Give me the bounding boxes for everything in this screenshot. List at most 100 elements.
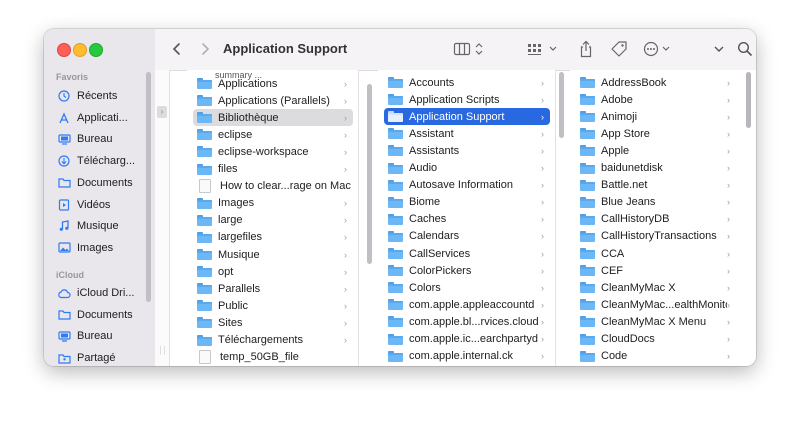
search-button[interactable] (735, 39, 755, 59)
home-row[interactable]: How to clear...rage on Mac (193, 178, 353, 195)
column-scrollbar[interactable] (559, 72, 564, 138)
library-row[interactable]: com.apple.bl...rvices.cloud › (384, 313, 550, 330)
sidebar-icloud-item-0[interactable]: iCloud Dri... (56, 283, 150, 303)
sidebar-icloud-item-3[interactable]: Partagé (56, 348, 150, 366)
app-support-row[interactable]: AddressBook › (576, 74, 736, 91)
column-application-support[interactable]: ⏐⏐ AddressBook›Adobe›Animoji›App Store›A… (570, 70, 756, 366)
app-support-row[interactable]: Adobe › (576, 91, 736, 108)
share-button[interactable] (576, 39, 596, 59)
app-support-row[interactable]: Apple › (576, 142, 736, 159)
app-support-row[interactable]: Animoji › (576, 108, 736, 125)
toolbar-overflow-button[interactable] (711, 39, 727, 59)
toolbar: Application Support (155, 29, 756, 71)
library-row[interactable]: Colors › (384, 279, 550, 296)
chevron-right-icon: › (344, 266, 347, 277)
home-row[interactable]: eclipse-workspace › (193, 143, 353, 160)
home-row[interactable]: temp_50GB_file (193, 349, 353, 366)
chevron-right-icon: › (541, 282, 544, 293)
home-row[interactable]: Musique › (193, 246, 353, 263)
home-row[interactable]: Sites › (193, 314, 353, 331)
sidebar-favorite-item-7[interactable]: Images (56, 238, 150, 258)
home-row[interactable]: Images › (193, 195, 353, 212)
column-library[interactable]: ⏐⏐ Accounts›Application Scripts›Applicat… (378, 70, 556, 366)
back-button[interactable] (167, 39, 187, 59)
home-row[interactable]: Applications (Parallels) › (193, 92, 353, 109)
sidebar-favorite-item-6[interactable]: Musique (56, 216, 150, 236)
view-mode-button[interactable] (452, 39, 488, 59)
folder-icon (580, 128, 595, 140)
library-row[interactable]: com.apple.ic...earchpartyd › (384, 331, 550, 348)
app-support-row[interactable]: CleanMyMac X › (576, 279, 736, 296)
home-row[interactable]: largefiles › (193, 229, 353, 246)
sidebar-favorite-item-4[interactable]: Documents (56, 173, 150, 193)
sidebar-favorite-item-2[interactable]: Bureau (56, 129, 150, 149)
library-row[interactable]: Application Scripts › (384, 91, 550, 108)
app-support-row[interactable]: CloudDocs › (576, 331, 736, 348)
sidebar-item-label: iCloud Dri... (77, 287, 135, 299)
home-row[interactable]: Téléchargements › (193, 332, 353, 349)
columns-view-icon (453, 42, 483, 56)
group-grid-icon (528, 44, 557, 55)
column-scrollbar[interactable] (746, 72, 751, 128)
app-support-row[interactable]: baidunetdisk › (576, 160, 736, 177)
home-row[interactable]: opt › (193, 263, 353, 280)
chevron-right-icon: › (344, 215, 347, 226)
library-row[interactable]: Assistants › (384, 142, 550, 159)
column-previous[interactable]: › ⏐⏐ (155, 70, 170, 366)
library-row[interactable]: ColorPickers › (384, 262, 550, 279)
home-row[interactable]: Parallels › (193, 280, 353, 297)
app-support-row[interactable]: CCA › (576, 245, 736, 262)
app-support-row[interactable]: CallHistoryTransactions › (576, 228, 736, 245)
sidebar-favorite-item-1[interactable]: Applicati... (56, 108, 150, 128)
column-home[interactable]: summary ... ⏐⏐ Applications›Applications… (187, 70, 359, 366)
home-row[interactable]: large › (193, 212, 353, 229)
library-row[interactable]: CallServices › (384, 245, 550, 262)
library-row[interactable]: Accounts › (384, 74, 550, 91)
folder-icon (580, 333, 595, 345)
tag-button[interactable] (609, 39, 629, 59)
sidebar-favorite-item-3[interactable]: Télécharg... (56, 151, 150, 171)
row-label: CloudDocs (601, 333, 655, 345)
app-support-row[interactable]: CleanMyMac...ealthMonitor › (576, 296, 736, 313)
more-actions-button[interactable] (642, 39, 676, 59)
sidebar-favorite-item-0[interactable]: Récents (56, 86, 150, 106)
home-row[interactable]: eclipse › (193, 126, 353, 143)
sidebar-icloud-item-2[interactable]: Bureau (56, 326, 150, 346)
library-row[interactable]: com.apple.internal.ck › (384, 348, 550, 365)
forward-button[interactable] (195, 39, 215, 59)
app-support-row[interactable]: CallHistoryDB › (576, 211, 736, 228)
sidebar-scrollbar[interactable] (146, 72, 151, 302)
close-window-button[interactable] (57, 43, 71, 57)
sidebar-item-label: Bureau (77, 133, 113, 146)
app-support-row[interactable]: Battle.net › (576, 177, 736, 194)
folder-icon (580, 213, 595, 225)
library-row[interactable]: Assistant › (384, 125, 550, 142)
folder-icon (197, 266, 212, 278)
app-support-row[interactable]: App Store › (576, 125, 736, 142)
folder-icon (197, 146, 212, 158)
sidebar-favorite-item-5[interactable]: Vidéos (56, 195, 150, 215)
library-row[interactable]: Application Support › (384, 108, 550, 126)
group-button[interactable] (525, 39, 563, 59)
app-support-row[interactable]: CleanMyMac X Menu › (576, 313, 736, 330)
library-row[interactable]: Audio › (384, 160, 550, 177)
home-row[interactable]: Bibliothèque › (193, 109, 353, 127)
library-row[interactable]: Calendars › (384, 228, 550, 245)
folder-icon (197, 249, 212, 260)
app-support-row[interactable]: Blue Jeans › (576, 194, 736, 211)
column-resize-handle[interactable]: ⏐⏐ (158, 346, 167, 356)
library-row[interactable]: com.apple.appleaccountd › (384, 296, 550, 313)
app-support-row[interactable]: CEF › (576, 262, 736, 279)
minimize-window-button[interactable] (73, 43, 87, 57)
home-row[interactable]: Applications › (193, 75, 353, 92)
sidebar-icloud-item-1[interactable]: Documents (56, 305, 150, 325)
home-row[interactable]: Public › (193, 297, 353, 314)
app-support-row[interactable]: Code › (576, 348, 736, 365)
library-row[interactable]: Caches › (384, 211, 550, 228)
zoom-window-button[interactable] (89, 43, 103, 57)
library-row[interactable]: Autosave Information › (384, 177, 550, 194)
library-row[interactable]: Biome › (384, 194, 550, 211)
column-scrollbar[interactable] (367, 84, 372, 264)
home-row[interactable]: files › (193, 161, 353, 178)
chevron-right-icon: › (344, 146, 347, 157)
